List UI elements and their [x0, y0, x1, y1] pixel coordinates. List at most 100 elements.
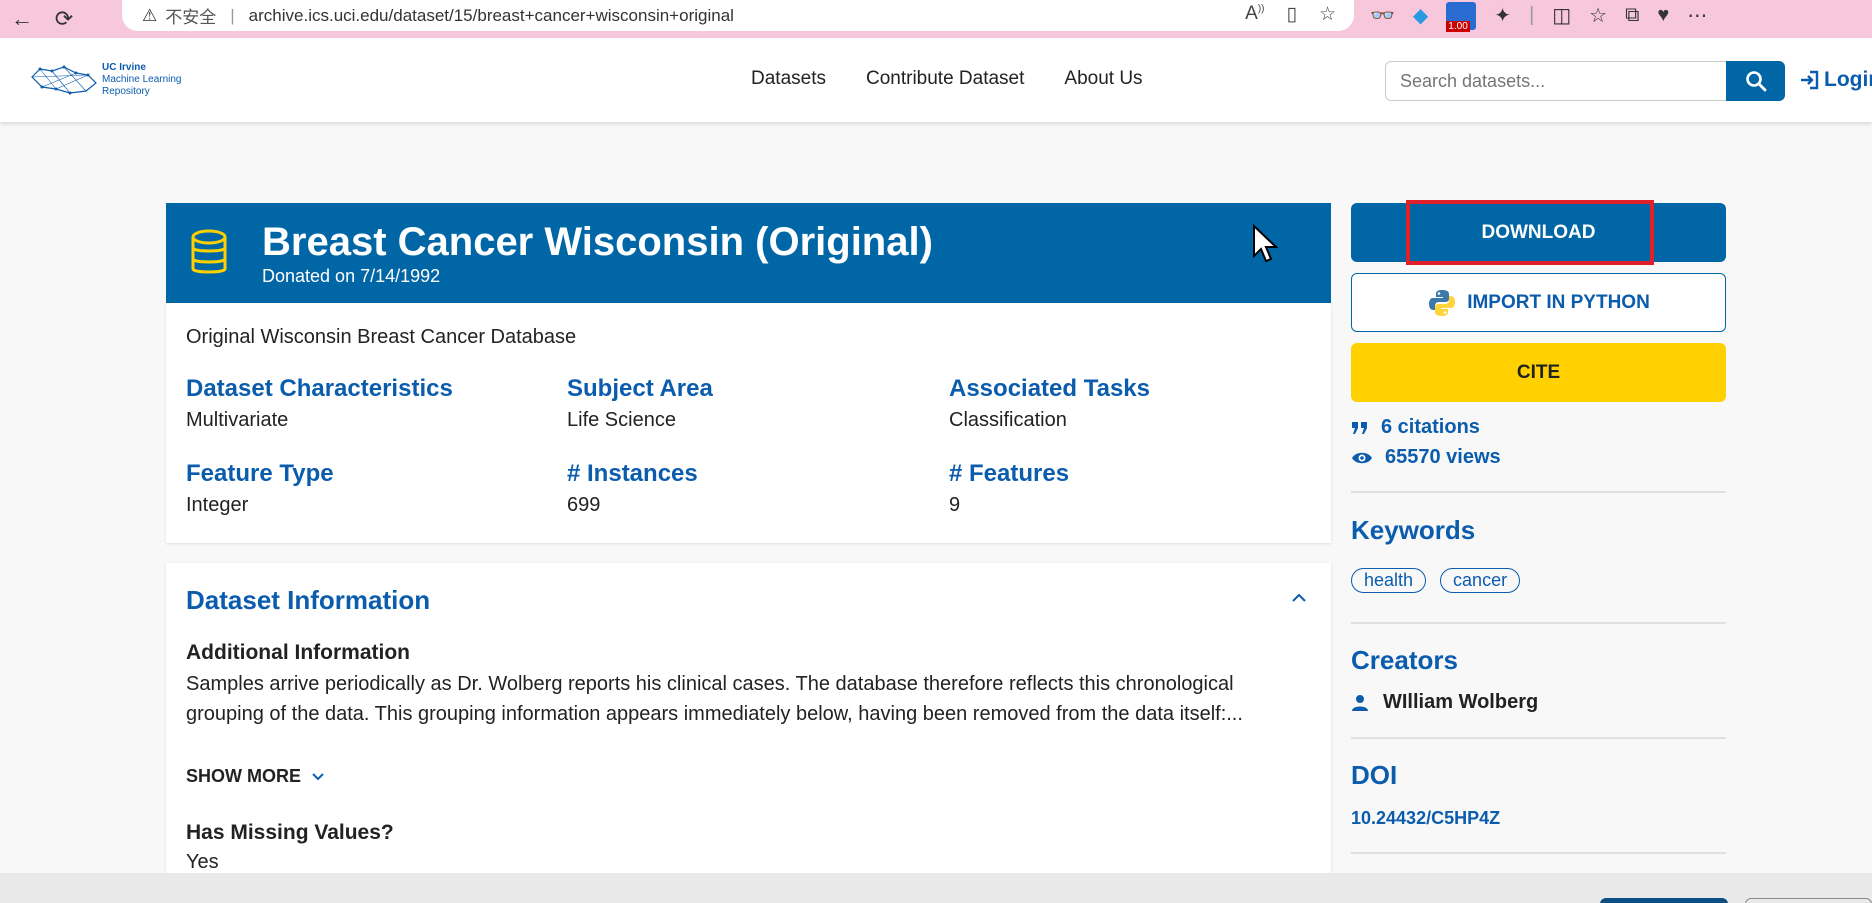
dataset-title-bar: Breast Cancer Wisconsin (Original) Donat… [166, 203, 1331, 303]
read-aloud-icon[interactable]: A)) [1245, 3, 1264, 26]
extension-badge-text: 1.00 [1446, 20, 1470, 32]
characteristic-cell: Dataset Characteristics Multivariate [186, 375, 546, 432]
reader-view-icon[interactable]: ▯ [1286, 3, 1296, 26]
extension-badge-icon[interactable]: 1.00 [1446, 1, 1477, 32]
dataset-description: Original Wisconsin Breast Cancer Databas… [186, 326, 577, 348]
donated-date: Donated on 7/14/1992 [262, 265, 441, 286]
creator-name: WIlliam Wolberg [1383, 691, 1539, 713]
import-in-python-label: IMPORT IN PYTHON [1467, 291, 1650, 313]
characteristic-label: Dataset Characteristics [186, 375, 453, 402]
insecure-label: 不安全 [165, 8, 217, 27]
characteristic-cell: # Features 9 [949, 460, 1309, 517]
citations-stat[interactable]: 6 citations [1351, 416, 1480, 439]
login-link[interactable]: Login [1798, 68, 1872, 92]
import-in-python-button[interactable]: IMPORT IN PYTHON [1351, 273, 1726, 332]
address-bar[interactable]: ⚠ 不安全 | archive.ics.uci.edu/dataset/15/b… [122, 0, 1354, 31]
extension-glasses-icon[interactable]: 👓 [1370, 3, 1395, 28]
cite-button[interactable]: CITE [1351, 343, 1726, 402]
login-icon [1801, 70, 1819, 90]
characteristic-label: Subject Area [567, 375, 713, 402]
doi-link[interactable]: 10.24432/C5HP4Z [1351, 808, 1500, 829]
characteristic-value: Classification [949, 409, 1067, 431]
sidebar-divider [1351, 852, 1726, 854]
views-stat: 65570 views [1351, 446, 1501, 469]
search-button[interactable] [1726, 61, 1785, 101]
characteristic-cell: Feature Type Integer [186, 460, 546, 517]
missing-values-value: Yes [186, 851, 219, 873]
characteristic-label: # Instances [567, 460, 698, 487]
characteristic-label: Feature Type [186, 460, 334, 487]
quote-icon [1352, 421, 1367, 434]
nav-datasets[interactable]: Datasets [751, 68, 826, 90]
citations-label: 6 citations [1381, 416, 1480, 438]
characteristic-value: Integer [186, 494, 249, 516]
show-more-label: SHOW MORE [186, 766, 301, 786]
logo-map-icon [31, 65, 97, 95]
characteristic-label: Associated Tasks [949, 375, 1150, 402]
logo-line-1: UC Irvine [102, 62, 146, 73]
eye-icon [1352, 452, 1372, 463]
characteristic-value: 699 [567, 494, 601, 516]
chevron-up-icon[interactable] [1291, 593, 1307, 603]
download-button[interactable]: DOWNLOAD [1351, 203, 1726, 262]
back-icon[interactable]: ← [0, 0, 44, 38]
sidebar-divider [1351, 622, 1726, 624]
show-more-button[interactable]: SHOW MORE [186, 766, 325, 787]
keyword-tag-cancer[interactable]: cancer [1440, 568, 1521, 593]
url-text[interactable]: archive.ics.uci.edu/dataset/15/breast+ca… [249, 6, 734, 26]
refresh-icon[interactable]: ⟳ [42, 0, 86, 38]
banner-secondary-button[interactable] [1745, 898, 1872, 903]
nav-contribute-dataset[interactable]: Contribute Dataset [866, 68, 1024, 90]
characteristic-value: 9 [949, 494, 961, 516]
warning-icon: ⚠ [142, 5, 158, 25]
characteristic-value: Life Science [567, 409, 676, 431]
database-icon [191, 229, 227, 274]
chevron-down-icon [312, 772, 324, 780]
keywords-heading: Keywords [1351, 515, 1476, 545]
sidebar-divider [1351, 737, 1726, 739]
login-label: Login [1824, 68, 1872, 91]
dataset-summary-card: Original Wisconsin Breast Cancer Databas… [166, 303, 1331, 543]
split-screen-icon[interactable]: ◫ [1552, 3, 1571, 28]
characteristic-value: Multivariate [186, 409, 289, 431]
toolbar-divider: | [1529, 4, 1535, 26]
dataset-information-card: Dataset Information Additional Informati… [166, 563, 1331, 903]
missing-values-title: Has Missing Values? [186, 821, 394, 844]
dataset-information-heading[interactable]: Dataset Information [186, 585, 430, 616]
sidebar-divider [1351, 491, 1726, 493]
search-input[interactable] [1385, 61, 1727, 101]
characteristic-label: # Features [949, 460, 1070, 487]
address-separator: | [230, 5, 235, 25]
views-label: 65570 views [1385, 446, 1501, 468]
person-icon [1352, 694, 1368, 711]
characteristic-cell: Subject Area Life Science [567, 375, 927, 432]
bottom-banner [0, 873, 1872, 903]
logo-line-2: Machine Learning [102, 74, 182, 85]
extension-shield-icon[interactable]: ◆ [1413, 3, 1428, 28]
creators-heading: Creators [1351, 645, 1458, 675]
keyword-tags: health cancer [1351, 568, 1521, 593]
site-header: UC Irvine Machine Learning Repository Da… [0, 38, 1872, 122]
characteristic-cell: Associated Tasks Classification [949, 375, 1309, 432]
database-icon-wrap [166, 203, 252, 303]
more-menu-icon[interactable]: ⋯ [1687, 3, 1707, 28]
keyword-tag-health[interactable]: health [1351, 568, 1427, 593]
nav-about-us[interactable]: About Us [1064, 68, 1142, 90]
dataset-title: Breast Cancer Wisconsin (Original) [262, 219, 933, 264]
search-icon [1745, 71, 1766, 92]
performance-heart-icon[interactable]: ♥ [1657, 4, 1669, 27]
uci-logo[interactable]: UC Irvine Machine Learning Repository [30, 62, 182, 98]
favorites-icon[interactable]: ☆ [1589, 3, 1607, 28]
python-logo-icon [1429, 289, 1456, 316]
additional-information-body: Samples arrive periodically as Dr. Wolbe… [186, 673, 1243, 725]
creator-item: WIlliam Wolberg [1351, 691, 1538, 714]
favorite-star-icon[interactable]: ☆ [1319, 3, 1336, 26]
extensions-puzzle-icon[interactable]: ✦ [1494, 3, 1511, 28]
logo-line-3: Repository [102, 86, 150, 97]
browser-toolbar: ← ⟳ ⚠ 不安全 | archive.ics.uci.edu/dataset/… [0, 0, 1872, 38]
collections-icon[interactable]: ⧉ [1625, 4, 1639, 27]
logo-text: UC Irvine Machine Learning Repository [102, 62, 182, 98]
banner-primary-button[interactable] [1600, 898, 1728, 903]
additional-information-title: Additional Information [186, 641, 410, 664]
doi-heading: DOI [1351, 760, 1398, 790]
